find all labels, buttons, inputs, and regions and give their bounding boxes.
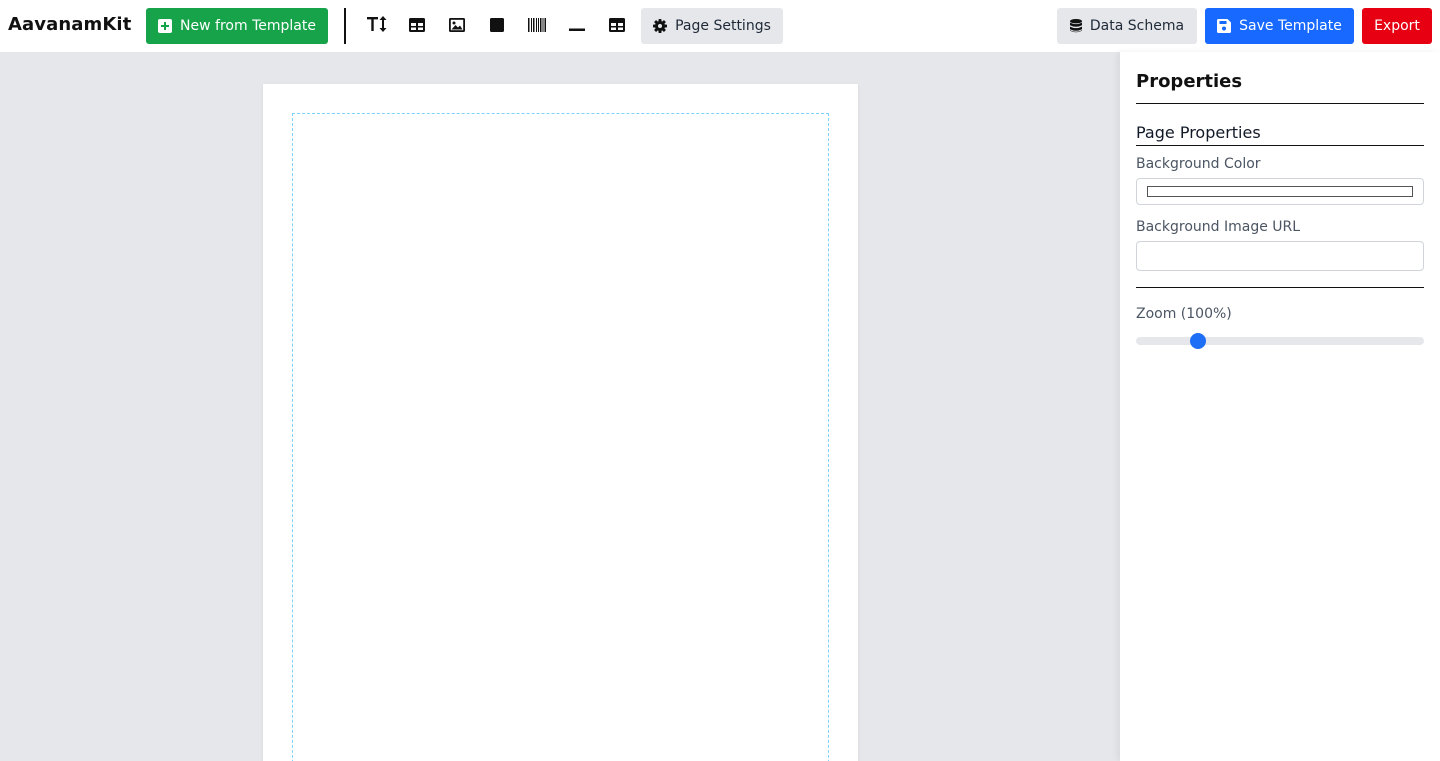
top-toolbar: AavanamKit New from Template Page Settin… [0,0,1440,52]
barcode-tool-button[interactable] [525,14,549,38]
plus-square-icon [158,19,173,33]
background-color-label: Background Color [1136,156,1261,172]
zoom-label: Zoom (100%) [1136,306,1232,322]
layout-tool-button[interactable] [605,14,629,38]
export-button[interactable]: Export [1362,8,1432,44]
image-tool-button[interactable] [445,14,469,38]
save-template-button[interactable]: Save Template [1205,8,1354,44]
text-height-icon [367,16,387,36]
data-schema-button[interactable]: Data Schema [1057,8,1197,44]
barcode-icon [528,17,546,36]
canvas-workspace [0,52,1120,761]
background-image-url-input[interactable] [1136,241,1424,271]
page-margin-guide [292,113,829,761]
template-page[interactable] [263,84,858,761]
zoom-slider-track[interactable] [1136,337,1424,345]
properties-panel: Properties Page Properties Background Co… [1120,52,1440,761]
new-from-template-label: New from Template [180,18,316,34]
horizontal-line-icon [569,17,585,36]
text-tool-button[interactable] [365,14,389,38]
rectangle-tool-button[interactable] [485,14,509,38]
page-settings-button[interactable]: Page Settings [641,8,783,44]
line-tool-button[interactable] [565,14,589,38]
zoom-section-rule [1136,287,1424,288]
background-color-input[interactable] [1136,178,1424,205]
properties-title-rule [1136,103,1424,104]
background-image-url-label: Background Image URL [1136,219,1301,235]
page-properties-title: Page Properties [1136,123,1261,142]
new-from-template-button[interactable]: New from Template [146,8,328,44]
app-brand: AavanamKit [8,14,132,35]
image-icon [449,17,465,36]
table-tool-button[interactable] [405,14,429,38]
toolbar-divider [344,8,346,44]
database-icon [1069,19,1082,33]
table-icon [409,17,425,36]
background-color-swatch [1147,186,1413,197]
data-schema-label: Data Schema [1089,18,1185,34]
zoom-slider-thumb[interactable] [1190,333,1207,349]
floppy-disk-icon [1217,19,1232,33]
save-template-label: Save Template [1239,18,1342,34]
table-icon [609,17,625,36]
gear-icon [653,19,668,33]
properties-title: Properties [1136,71,1243,92]
page-settings-label: Page Settings [675,18,771,34]
square-icon [490,17,504,36]
page-properties-rule [1136,145,1424,146]
